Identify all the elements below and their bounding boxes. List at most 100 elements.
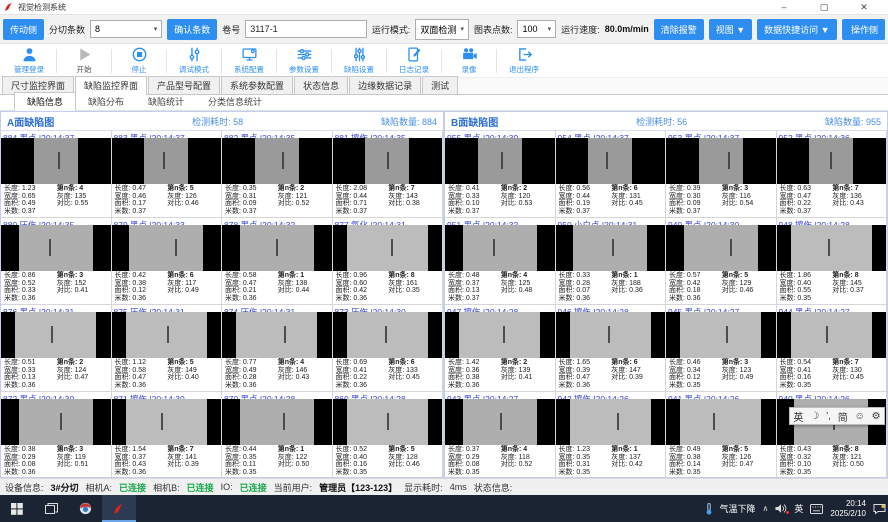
- defect-cell[interactable]: 875 压伤 |20:14:31 长度: 1.12 宽度: 0.58 面积: 0…: [112, 305, 223, 392]
- defect-thumbnail[interactable]: [222, 399, 332, 445]
- roll-number-input[interactable]: 3117-1: [245, 20, 367, 38]
- defect-cell[interactable]: 874 压伤 |20:14:31 长度: 0.77 宽度: 0.49 面积: 0…: [222, 305, 333, 392]
- minimize-button[interactable]: –: [764, 0, 804, 14]
- action-center-icon[interactable]: [873, 503, 886, 515]
- defect-thumbnail[interactable]: [1, 225, 111, 271]
- defect-cell[interactable]: 870 黑点 |20:14:28 长度: 0.44 宽度: 0.35 面积: 0…: [222, 392, 333, 477]
- defect-cell[interactable]: 880 压伤 |20:14:35 长度: 0.86 宽度: 0.52 面积: 0…: [1, 218, 112, 305]
- defect-cell[interactable]: 878 黑点 |20:14:32 长度: 0.58 宽度: 0.47 面积: 0…: [222, 218, 333, 305]
- taskbar-app-browser[interactable]: [68, 495, 102, 522]
- defect-thumbnail[interactable]: [666, 312, 776, 358]
- action-button[interactable]: 录像: [442, 46, 496, 75]
- defect-thumbnail[interactable]: [333, 225, 443, 271]
- run-mode-select[interactable]: 双面检测▾: [415, 19, 469, 40]
- ime-simplified-chinese[interactable]: 简: [838, 409, 848, 424]
- defect-cell[interactable]: 945 黑点 |20:14:27 长度: 0.46 宽度: 0.34 面积: 0…: [666, 305, 777, 392]
- defect-thumbnail[interactable]: [333, 138, 443, 184]
- defect-thumbnail[interactable]: [445, 399, 555, 445]
- action-button[interactable]: 缺陷设置: [332, 46, 386, 75]
- ime-language-indicator[interactable]: 英: [794, 502, 803, 515]
- action-button[interactable]: 日志记录: [387, 46, 441, 75]
- defect-cell[interactable]: 942 擦伤 |20:14:26 长度: 1.23 宽度: 0.35 面积: 0…: [556, 392, 667, 477]
- confirm-count-button[interactable]: 确认条数: [167, 19, 217, 40]
- touch-keyboard-icon[interactable]: [810, 504, 823, 514]
- volume-icon[interactable]: [775, 503, 787, 514]
- defect-cell[interactable]: 883 黑点 |20:14:37 长度: 0.47 宽度: 0.46 面积: 0…: [112, 131, 223, 218]
- defect-thumbnail[interactable]: [112, 225, 222, 271]
- defect-thumbnail[interactable]: [1, 312, 111, 358]
- defect-thumbnail[interactable]: [445, 225, 555, 271]
- ime-fullhalf-moon-icon[interactable]: ☽: [810, 411, 819, 422]
- action-button[interactable]: 系统配置: [222, 46, 276, 75]
- defect-thumbnail[interactable]: [112, 399, 222, 445]
- defect-cell[interactable]: 940 黑点 |20:14:26 长度: 0.43 宽度: 0.32 面积: 0…: [777, 392, 888, 477]
- action-button[interactable]: 管理登录: [2, 46, 56, 75]
- defect-thumbnail[interactable]: [666, 225, 776, 271]
- defect-thumbnail[interactable]: [445, 138, 555, 184]
- defect-cell[interactable]: 953 黑点 |20:14:37 长度: 0.39 宽度: 0.30 面积: 0…: [666, 131, 777, 218]
- tray-expand-chevron[interactable]: ∧: [763, 504, 769, 513]
- subtab-1[interactable]: 缺陷分布: [76, 93, 136, 110]
- defect-cell[interactable]: 947 擦伤 |20:14:28 长度: 1.42 宽度: 0.36 面积: 0…: [445, 305, 556, 392]
- defect-cell[interactable]: 944 黑点 |20:14:27 长度: 0.54 宽度: 0.41 面积: 0…: [777, 305, 888, 392]
- defect-thumbnail[interactable]: [222, 225, 332, 271]
- slit-count-select[interactable]: 8▾: [90, 20, 162, 38]
- defect-cell[interactable]: 946 擦伤 |20:14:28 长度: 1.65 宽度: 0.39 面积: 0…: [556, 305, 667, 392]
- defect-cell[interactable]: 952 黑点 |20:14:36 长度: 0.63 宽度: 0.47 面积: 0…: [777, 131, 888, 218]
- defect-thumbnail[interactable]: [556, 312, 666, 358]
- tab-4[interactable]: 状态信息: [294, 76, 348, 94]
- defect-thumbnail[interactable]: [445, 312, 555, 358]
- tab-5[interactable]: 边缘数据记录: [349, 76, 421, 94]
- defect-thumbnail[interactable]: [666, 138, 776, 184]
- defect-thumbnail[interactable]: [556, 399, 666, 445]
- weather-text[interactable]: 气温下降: [720, 502, 756, 515]
- defect-cell[interactable]: 869 黑点 |20:14:28 长度: 0.52 宽度: 0.40 面积: 0…: [333, 392, 444, 477]
- defect-thumbnail[interactable]: [556, 225, 666, 271]
- clear-alarm-button[interactable]: 清除报警: [654, 19, 704, 40]
- defect-cell[interactable]: 876 黑点 |20:14:31 长度: 0.51 宽度: 0.33 面积: 0…: [1, 305, 112, 392]
- defect-thumbnail[interactable]: [777, 225, 887, 271]
- defect-cell[interactable]: 872 黑点 |20:14:30 长度: 0.38 宽度: 0.29 面积: 0…: [1, 392, 112, 477]
- tab-3[interactable]: 系统参数配置: [221, 76, 293, 94]
- defect-thumbnail[interactable]: [222, 138, 332, 184]
- operator-side-button[interactable]: 操作侧: [844, 19, 885, 40]
- task-view-button[interactable]: [34, 495, 68, 522]
- chart-points-select[interactable]: 100▾: [517, 20, 556, 38]
- maximize-button[interactable]: ▢: [804, 0, 844, 14]
- defect-thumbnail[interactable]: [112, 138, 222, 184]
- tab-6[interactable]: 测试: [422, 76, 458, 94]
- action-button[interactable]: 开始: [57, 46, 111, 75]
- defect-cell[interactable]: 943 黑点 |20:14:27 长度: 0.37 宽度: 0.29 面积: 0…: [445, 392, 556, 477]
- taskbar-app-inspection[interactable]: [102, 495, 136, 522]
- defect-thumbnail[interactable]: [666, 399, 776, 445]
- defect-thumbnail[interactable]: [222, 312, 332, 358]
- defect-cell[interactable]: 873 压伤 |20:14:30 长度: 0.69 宽度: 0.41 面积: 0…: [333, 305, 444, 392]
- subtab-2[interactable]: 缺陷统计: [136, 93, 196, 110]
- ime-settings-gear-icon[interactable]: ⚙: [872, 411, 881, 422]
- action-button[interactable]: 停止: [112, 46, 166, 75]
- defect-cell[interactable]: 871 擦伤 |20:14:30 长度: 1.54 宽度: 0.37 面积: 0…: [112, 392, 223, 477]
- subtab-0[interactable]: 缺陷信息: [14, 92, 76, 111]
- tab-2[interactable]: 产品型号配置: [148, 76, 220, 94]
- defect-cell[interactable]: 881 擦伤 |20:14:35 长度: 2.08 宽度: 0.44 面积: 0…: [333, 131, 444, 218]
- defect-thumbnail[interactable]: [1, 399, 111, 445]
- drive-side-button[interactable]: 传动侧: [3, 19, 44, 40]
- defect-cell[interactable]: 877 氧化 |20:14:31 长度: 0.96 宽度: 0.60 面积: 0…: [333, 218, 444, 305]
- ime-punctuation-icon[interactable]: ’,: [826, 411, 831, 422]
- defect-cell[interactable]: 941 黑点 |20:14:26 长度: 0.49 宽度: 0.38 面积: 0…: [666, 392, 777, 477]
- defect-thumbnail[interactable]: [777, 138, 887, 184]
- tab-1[interactable]: 缺陷监控界面: [75, 76, 147, 95]
- action-button[interactable]: 调试模式: [167, 46, 221, 75]
- defect-cell[interactable]: 882 黑点 |20:14:35 长度: 0.35 宽度: 0.31 面积: 0…: [222, 131, 333, 218]
- defect-cell[interactable]: 951 黑点 |20:14:32 长度: 0.48 宽度: 0.37 面积: 0…: [445, 218, 556, 305]
- defect-thumbnail[interactable]: [333, 312, 443, 358]
- defect-thumbnail[interactable]: [333, 399, 443, 445]
- defect-thumbnail[interactable]: [556, 138, 666, 184]
- start-button[interactable]: [0, 495, 34, 522]
- action-button[interactable]: 参数设置: [277, 46, 331, 75]
- defect-cell[interactable]: 948 擦伤 |20:14:28 长度: 1.86 宽度: 0.40 面积: 0…: [777, 218, 888, 305]
- defect-thumbnail[interactable]: [777, 312, 887, 358]
- defect-thumbnail[interactable]: [1, 138, 111, 184]
- defect-cell[interactable]: 884 黑点 |20:14:37 长度: 1.23 宽度: 0.65 面积: 0…: [1, 131, 112, 218]
- clock[interactable]: 20:14 2025/2/10: [830, 499, 866, 518]
